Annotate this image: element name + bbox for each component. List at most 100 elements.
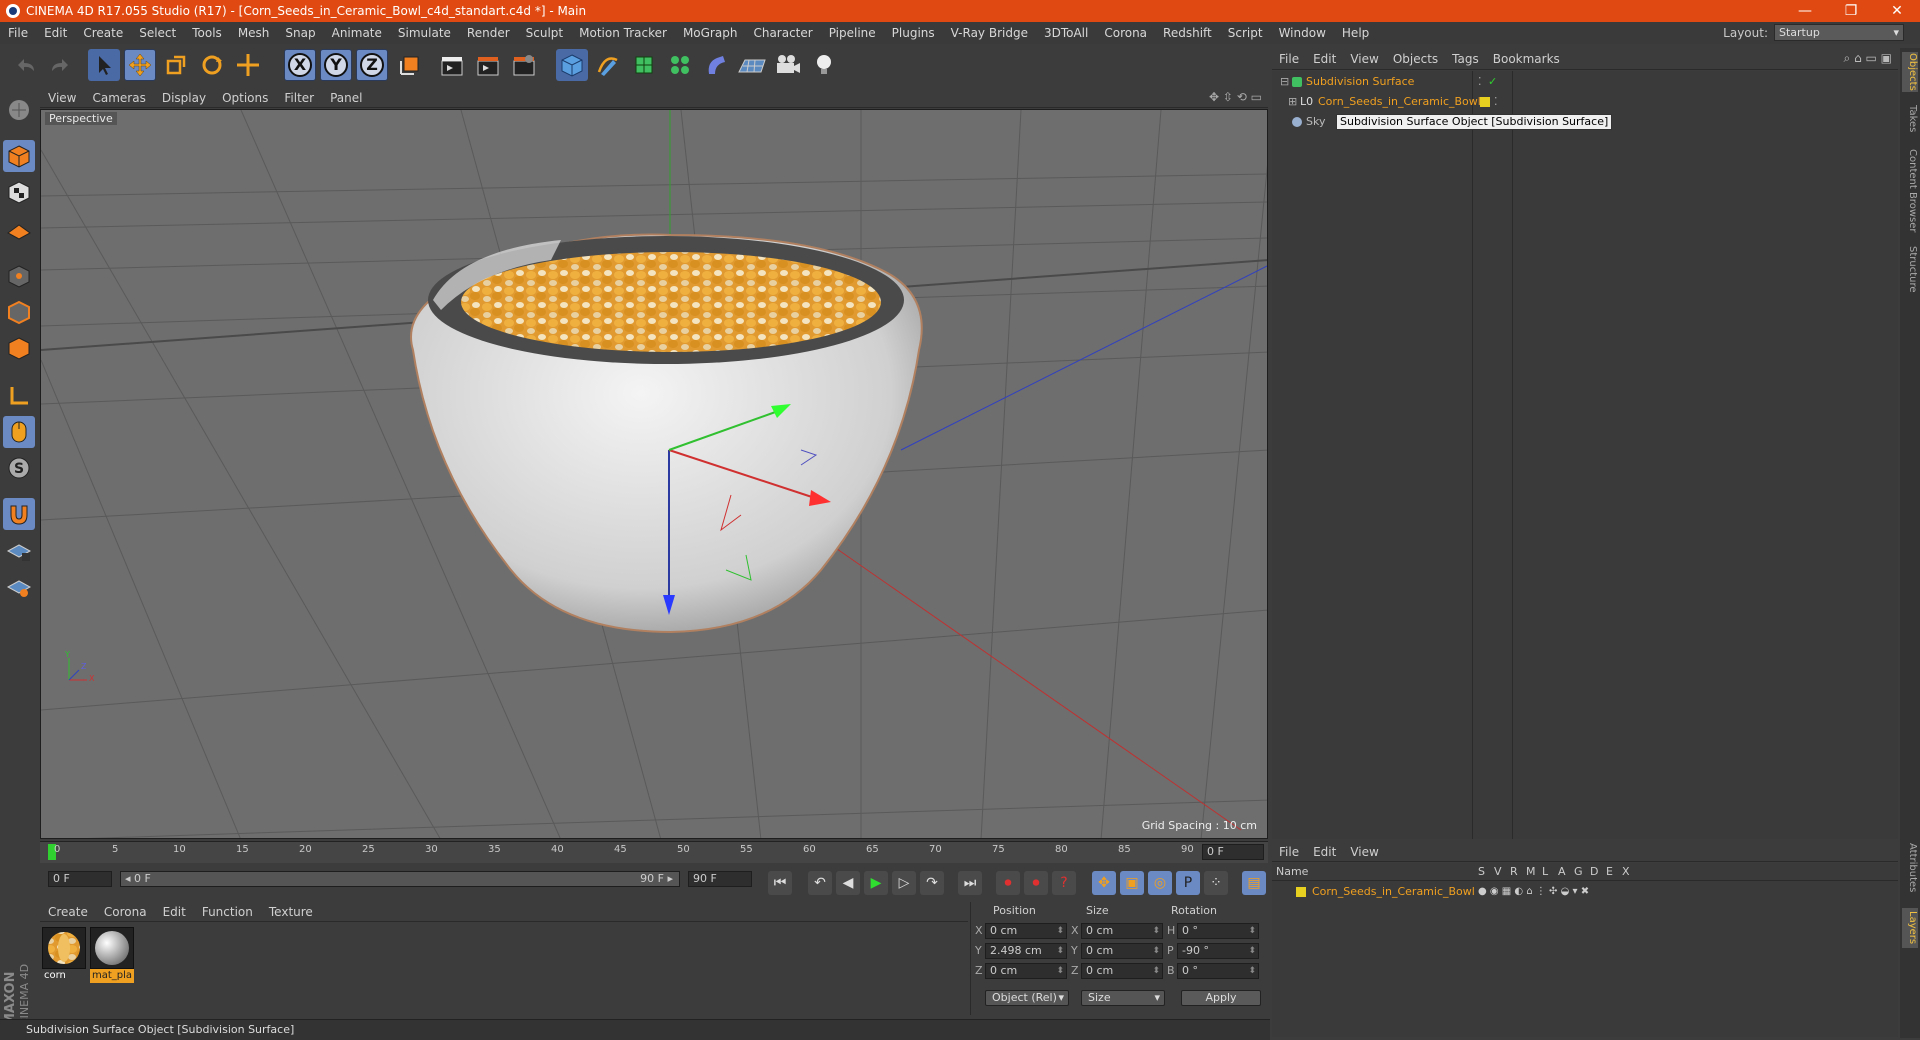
tab-objects[interactable]: Objects xyxy=(1902,52,1918,92)
layer-menu-edit[interactable]: Edit xyxy=(1306,845,1343,859)
menu-tools[interactable]: Tools xyxy=(184,26,230,40)
viewport-menu-view[interactable]: View xyxy=(40,91,84,105)
menu-redshift[interactable]: Redshift xyxy=(1155,26,1220,40)
viewport-menu-cameras[interactable]: Cameras xyxy=(84,91,153,105)
menu-render[interactable]: Render xyxy=(459,26,518,40)
current-frame-field[interactable]: 0 F xyxy=(1202,844,1264,860)
layer-menu-file[interactable]: File xyxy=(1272,845,1306,859)
previous-frame-button[interactable]: ◀ xyxy=(836,871,860,895)
snap-button[interactable]: S xyxy=(3,452,35,484)
rot-p-field[interactable]: -90 ° xyxy=(1177,943,1259,959)
apply-button[interactable]: Apply xyxy=(1181,990,1261,1006)
menu-plugins[interactable]: Plugins xyxy=(884,26,943,40)
redo-button[interactable] xyxy=(44,49,76,81)
menu-motion-tracker[interactable]: Motion Tracker xyxy=(571,26,675,40)
pos-x-field[interactable]: 0 cm xyxy=(985,923,1067,939)
object-menu-file[interactable]: File xyxy=(1272,52,1306,66)
light-object-button[interactable] xyxy=(808,49,840,81)
menu-mesh[interactable]: Mesh xyxy=(230,26,278,40)
layer-row[interactable]: Corn_Seeds_in_Ceramic_Bowl ● ◉ ▦ ◐ ⌂ ⋮ ✣… xyxy=(1272,883,1898,901)
timeline-window-button[interactable]: ▤ xyxy=(1242,871,1266,895)
pos-y-field[interactable]: 2.498 cm xyxy=(985,943,1067,959)
x-axis-lock[interactable]: X xyxy=(284,49,316,81)
minimize-button[interactable]: — xyxy=(1782,0,1828,22)
object-menu-view[interactable]: View xyxy=(1343,52,1385,66)
menu-character[interactable]: Character xyxy=(745,26,820,40)
size-z-field[interactable]: 0 cm xyxy=(1081,963,1163,979)
material-corn[interactable]: corn xyxy=(42,927,86,985)
subdivision-surface-button[interactable] xyxy=(628,49,660,81)
live-selection-tool[interactable] xyxy=(88,49,120,81)
texture-mode-button[interactable] xyxy=(3,176,35,208)
key-parameter-button[interactable]: P xyxy=(1176,871,1200,895)
axis-mode-button[interactable] xyxy=(3,380,35,412)
perspective-viewport[interactable]: Perspective Y X Z Grid Spacing : 10 cm xyxy=(40,109,1268,839)
layout-dropdown[interactable]: Startup xyxy=(1774,24,1904,41)
y-axis-lock[interactable]: Y xyxy=(320,49,352,81)
visibility-dots-icon[interactable]: ⁚ xyxy=(1494,93,1498,111)
key-position-button[interactable]: ✥ xyxy=(1092,871,1116,895)
layer-flags-icons[interactable]: ● ◉ ▦ ◐ ⌂ ⋮ ✣ ◒ ▾ ✖ xyxy=(1478,883,1589,901)
collapse-icon[interactable]: ⊟ xyxy=(1280,73,1289,91)
menu-file[interactable]: File xyxy=(0,26,36,40)
viewport-menu-display[interactable]: Display xyxy=(154,91,214,105)
enabled-check-icon[interactable]: ✓ xyxy=(1488,73,1497,91)
model-mode-button[interactable] xyxy=(3,140,35,172)
rot-b-field[interactable]: 0 ° xyxy=(1177,963,1259,979)
object-menu-edit[interactable]: Edit xyxy=(1306,52,1343,66)
menu-simulate[interactable]: Simulate xyxy=(390,26,459,40)
expand-icon[interactable]: ⊞ xyxy=(1288,93,1297,111)
points-mode-button[interactable] xyxy=(3,260,35,292)
material-menu-corona[interactable]: Corona xyxy=(96,905,155,919)
object-manager-search-icon[interactable]: ⌕ ⌂ ▭ ▣ xyxy=(1844,51,1892,66)
material-menu-create[interactable]: Create xyxy=(40,905,96,919)
menu-sculpt[interactable]: Sculpt xyxy=(518,26,571,40)
object-menu-bookmarks[interactable]: Bookmarks xyxy=(1486,52,1567,66)
menu-create[interactable]: Create xyxy=(75,26,131,40)
menu-select[interactable]: Select xyxy=(131,26,184,40)
polygons-mode-button[interactable] xyxy=(3,332,35,364)
key-rotation-button[interactable]: ◎ xyxy=(1148,871,1172,895)
menu-snap[interactable]: Snap xyxy=(277,26,323,40)
menu-pipeline[interactable]: Pipeline xyxy=(821,26,884,40)
size-y-field[interactable]: 0 cm xyxy=(1081,943,1163,959)
keyframe-selection-button[interactable]: ? xyxy=(1052,871,1076,895)
tab-attributes[interactable]: Attributes xyxy=(1902,838,1918,898)
frame-range-slider[interactable]: ◂ 0 F 90 F ▸ xyxy=(120,871,680,887)
rot-h-field[interactable]: 0 ° xyxy=(1177,923,1259,939)
cube-object-button[interactable] xyxy=(556,49,588,81)
visibility-dots-icon[interactable]: ⁚ xyxy=(1478,73,1482,91)
coordinate-mode-dropdown[interactable]: Object (Rel) xyxy=(985,990,1069,1006)
layer-menu-view[interactable]: View xyxy=(1343,845,1385,859)
layer-color-icon[interactable] xyxy=(1480,97,1490,107)
tab-structure[interactable]: Structure xyxy=(1902,244,1918,294)
render-settings-button[interactable] xyxy=(508,49,540,81)
restore-button[interactable]: ❐ xyxy=(1828,0,1874,22)
deformer-button[interactable] xyxy=(700,49,732,81)
tweak-mode-button[interactable] xyxy=(3,416,35,448)
menu-animate[interactable]: Animate xyxy=(324,26,390,40)
rotate-tool[interactable] xyxy=(196,49,228,81)
camera-object-button[interactable] xyxy=(772,49,804,81)
play-button[interactable]: ▶ xyxy=(864,871,888,895)
next-key-button[interactable]: ↷ xyxy=(920,871,944,895)
menu-vray-bridge[interactable]: V-Ray Bridge xyxy=(943,26,1036,40)
spline-pen-button[interactable] xyxy=(592,49,624,81)
tab-layers[interactable]: Layers xyxy=(1902,908,1918,948)
object-row-corn-seeds-bowl[interactable]: ⊞ L0 Corn_Seeds_in_Ceramic_Bowl ⁚ xyxy=(1272,93,1898,111)
size-mode-dropdown[interactable]: Size xyxy=(1081,990,1165,1006)
material-menu-texture[interactable]: Texture xyxy=(261,905,321,919)
viewport-nav-icons[interactable]: ✥ ⇳ ⟲ ▭ xyxy=(1209,90,1262,104)
size-x-field[interactable]: 0 cm xyxy=(1081,923,1163,939)
start-frame-field[interactable]: 0 F xyxy=(48,871,112,887)
scale-tool[interactable] xyxy=(160,49,192,81)
tab-takes[interactable]: Takes xyxy=(1902,104,1918,134)
menu-script[interactable]: Script xyxy=(1220,26,1271,40)
viewport-menu-options[interactable]: Options xyxy=(214,91,276,105)
menu-window[interactable]: Window xyxy=(1271,26,1334,40)
key-scale-button[interactable]: ▣ xyxy=(1120,871,1144,895)
magnet-button[interactable] xyxy=(3,498,35,530)
object-menu-objects[interactable]: Objects xyxy=(1386,52,1445,66)
go-to-start-button[interactable]: ⏮ xyxy=(768,871,792,895)
material-menu-function[interactable]: Function xyxy=(194,905,261,919)
